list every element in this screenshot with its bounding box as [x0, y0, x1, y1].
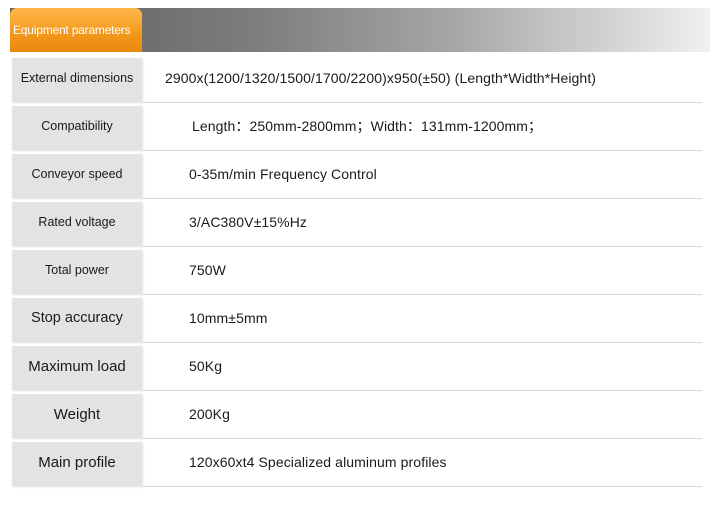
table-row: Weight 200Kg — [10, 392, 710, 440]
row-value: 2900x(1200/1320/1500/1700/2200)x950(±50)… — [165, 70, 597, 86]
row-divider — [142, 102, 702, 103]
row-divider — [142, 150, 702, 151]
row-divider — [142, 438, 702, 439]
row-label: External dimensions — [20, 71, 134, 85]
table-row: Conveyor speed 0-35m/min Frequency Contr… — [10, 152, 710, 200]
row-divider — [142, 486, 702, 487]
table-row: Main profile 120x60xt4 Specialized alumi… — [10, 440, 710, 488]
row-divider — [142, 246, 702, 247]
parameters-header: Equipment parameters — [10, 8, 710, 52]
row-value: Length：250mm-2800mm；Width：131mm-1200mm； — [192, 118, 543, 134]
table-row: Compatibility Length：250mm-2800mm；Width：… — [10, 104, 710, 152]
row-divider — [142, 198, 702, 199]
table-row: Maximum load 50Kg — [10, 344, 710, 392]
row-label: Compatibility — [41, 119, 113, 133]
row-value: 750W — [189, 262, 226, 278]
row-value: 120x60xt4 Specialized aluminum profiles — [189, 454, 447, 470]
row-divider — [142, 294, 702, 295]
header-title: Equipment parameters — [13, 23, 131, 37]
row-label: Rated voltage — [38, 215, 116, 229]
parameters-table: External dimensions 2900x(1200/1320/1500… — [10, 56, 710, 488]
row-divider — [142, 390, 702, 391]
row-value: 10mm±5mm — [189, 310, 268, 326]
table-row: External dimensions 2900x(1200/1320/1500… — [10, 56, 710, 104]
row-value: 0-35m/min Frequency Control — [189, 166, 377, 182]
row-label: Stop accuracy — [31, 310, 123, 326]
row-divider — [142, 342, 702, 343]
table-row: Rated voltage 3/AC380V±15%Hz — [10, 200, 710, 248]
row-label: Weight — [53, 405, 101, 423]
header-tab: Equipment parameters — [10, 8, 142, 52]
table-row: Stop accuracy 10mm±5mm — [10, 296, 710, 344]
row-label: Main profile — [38, 453, 116, 471]
row-value: 50Kg — [189, 358, 223, 374]
row-value: 200Kg — [189, 406, 230, 422]
row-label: Maximum load — [28, 357, 126, 375]
table-row: Total power 750W — [10, 248, 710, 296]
row-value: 3/AC380V±15%Hz — [189, 214, 308, 230]
row-label: Total power — [45, 263, 109, 277]
row-label: Conveyor speed — [31, 167, 123, 181]
